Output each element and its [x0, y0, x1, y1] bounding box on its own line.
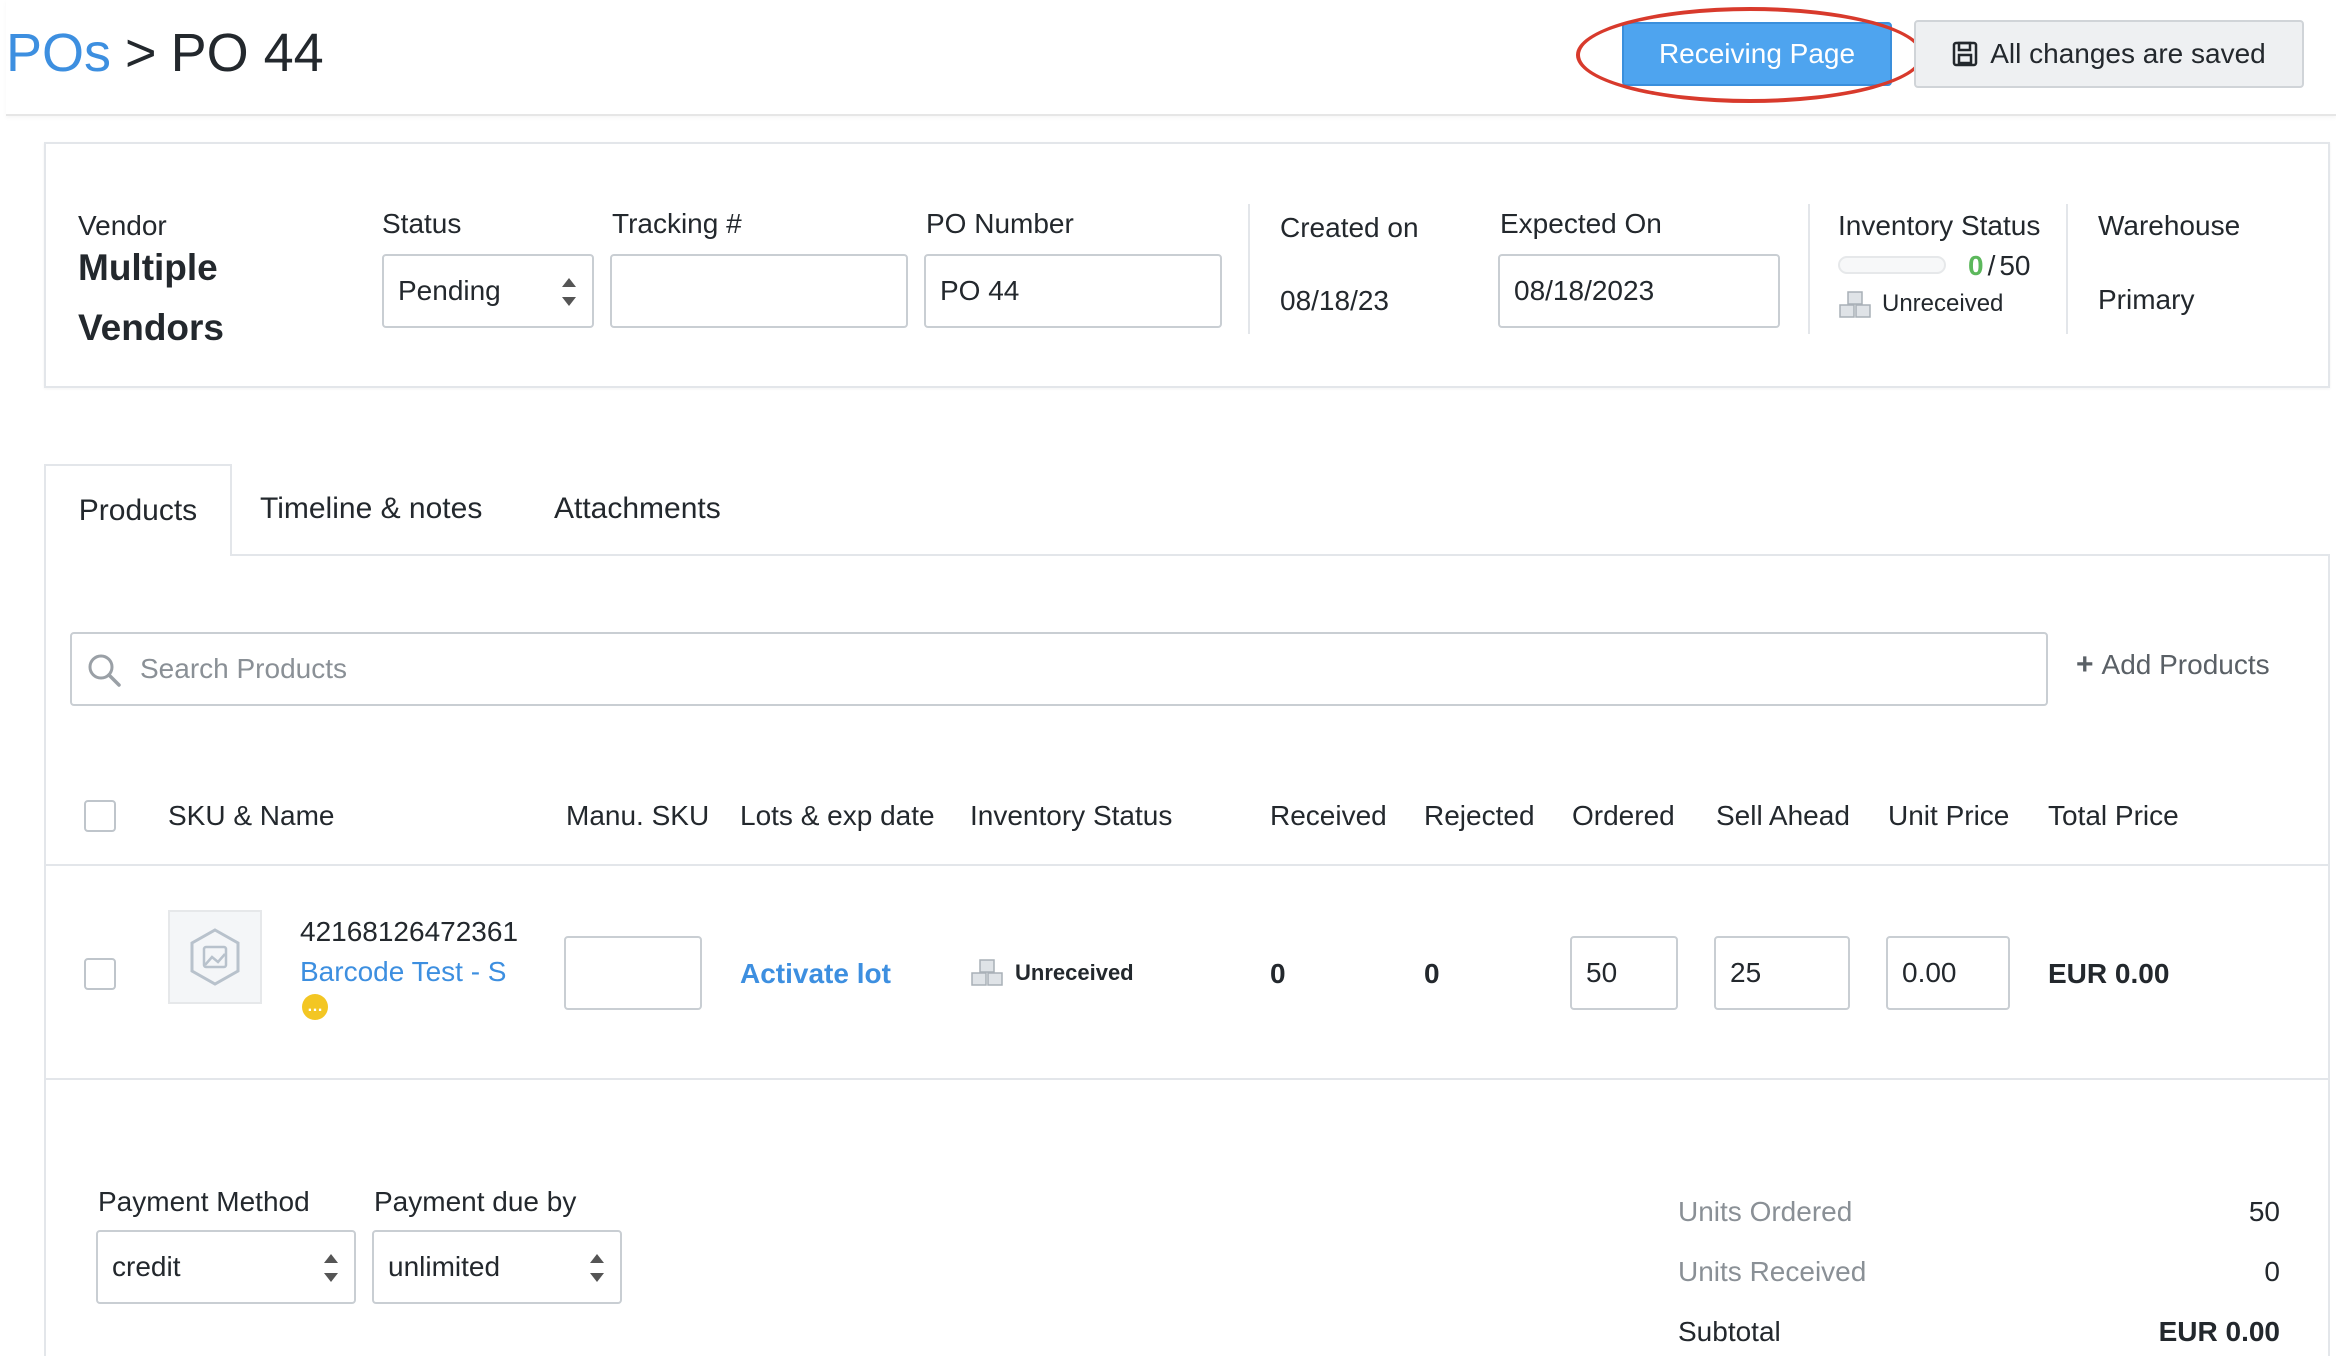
- payment-method-select[interactable]: credit: [96, 1230, 356, 1304]
- payment-method-value: credit: [112, 1251, 181, 1282]
- table-row-divider: [46, 1078, 2328, 1080]
- column-rejected[interactable]: Rejected: [1424, 800, 1535, 832]
- expected-date-value: 08/18/2023: [1514, 275, 1655, 306]
- column-lots[interactable]: Lots & exp date: [740, 800, 935, 832]
- payment-method-label: Payment Method: [98, 1186, 310, 1217]
- status-value: Pending: [398, 275, 501, 306]
- manu-sku-input[interactable]: [564, 936, 702, 1010]
- breadcrumb-pos-link[interactable]: POs: [6, 23, 111, 83]
- select-stepper-icon: [562, 278, 576, 306]
- status-select[interactable]: Pending: [382, 254, 594, 328]
- unit-price-input[interactable]: 0.00: [1886, 936, 2010, 1010]
- header-divider: [1808, 204, 1810, 334]
- subtotal-label: Subtotal: [1678, 1316, 1781, 1347]
- status-label: Status: [382, 208, 462, 239]
- comment-icon[interactable]: …: [302, 994, 328, 1020]
- ordered-value: 50: [1586, 957, 1618, 988]
- activate-lot-link[interactable]: Activate lot: [740, 958, 891, 990]
- inventory-state: Unreceived: [1882, 290, 2004, 317]
- subtotal-value: EUR 0.00: [2158, 1316, 2280, 1347]
- column-total-price[interactable]: Total Price: [2048, 800, 2179, 832]
- receiving-page-button[interactable]: Receiving Page: [1622, 22, 1892, 86]
- tab-products[interactable]: Products: [44, 464, 232, 556]
- expected-date-input[interactable]: 08/18/2023: [1498, 254, 1780, 328]
- inventory-status-label: Inventory Status: [1838, 210, 2041, 241]
- search-icon: [86, 652, 122, 693]
- save-status-label: All changes are saved: [1990, 38, 2266, 69]
- units-received-label: Units Received: [1678, 1256, 1867, 1287]
- search-placeholder: Search Products: [140, 653, 347, 684]
- column-received[interactable]: Received: [1270, 800, 1387, 832]
- add-products-button[interactable]: + Add Products: [2076, 648, 2270, 682]
- column-sell-ahead[interactable]: Sell Ahead: [1716, 800, 1850, 832]
- row-checkbox[interactable]: [84, 958, 116, 990]
- po-number-label: PO Number: [926, 208, 1074, 239]
- breadcrumb-separator: >: [125, 23, 157, 83]
- inventory-progress-bar: [1838, 256, 1946, 274]
- header-divider: [2066, 204, 2068, 334]
- ordered-input[interactable]: 50: [1570, 936, 1678, 1010]
- tab-products-label: Products: [78, 494, 198, 527]
- sell-ahead-input[interactable]: 25: [1714, 936, 1850, 1010]
- product-name-link[interactable]: Barcode Test - S: [300, 956, 506, 988]
- plus-icon: +: [2076, 648, 2094, 681]
- save-icon: [1952, 41, 1978, 67]
- inventory-total-count: 50: [1999, 250, 2031, 281]
- payment-due-value: unlimited: [388, 1251, 501, 1282]
- warehouse-label: Warehouse: [2098, 210, 2241, 241]
- created-label: Created on: [1280, 212, 1419, 243]
- units-received-value: 0: [2264, 1256, 2280, 1287]
- boxes-icon: [970, 958, 1006, 993]
- po-number-value: PO 44: [940, 275, 1020, 306]
- row-total-price: EUR 0.00: [2048, 958, 2170, 989]
- search-products-input[interactable]: Search Products: [70, 632, 2048, 706]
- product-image-placeholder: [168, 910, 262, 1004]
- warehouse-value: Primary: [2098, 284, 2195, 315]
- row-received: 0: [1270, 958, 1286, 989]
- boxes-icon: [1838, 290, 1874, 325]
- select-stepper-icon: [324, 1254, 338, 1282]
- column-unit-price[interactable]: Unit Price: [1888, 800, 2009, 832]
- save-status-button[interactable]: All changes are saved: [1914, 20, 2304, 88]
- column-sku-name[interactable]: SKU & Name: [168, 800, 335, 832]
- select-stepper-icon: [590, 1254, 604, 1282]
- column-ordered[interactable]: Ordered: [1572, 800, 1675, 832]
- table-header-divider: [46, 864, 2328, 866]
- sell-ahead-value: 25: [1730, 957, 1762, 988]
- add-products-label: Add Products: [2101, 649, 2270, 680]
- po-number-input[interactable]: PO 44: [924, 254, 1222, 328]
- units-ordered-label: Units Ordered: [1678, 1196, 1853, 1227]
- row-rejected: 0: [1424, 958, 1440, 989]
- row-inventory-status: Unreceived: [1015, 960, 1134, 985]
- inventory-count-separator: /: [1987, 250, 1996, 281]
- vendor-name-line1: Multiple: [78, 247, 218, 288]
- inventory-received-count: 0: [1968, 250, 1984, 281]
- select-all-checkbox[interactable]: [84, 800, 116, 832]
- breadcrumb: POs > PO 44: [6, 20, 324, 86]
- tab-attachments[interactable]: Attachments: [554, 492, 721, 526]
- unit-price-value: 0.00: [1902, 957, 1957, 988]
- receiving-page-label: Receiving Page: [1658, 38, 1856, 69]
- header-divider: [1248, 204, 1250, 334]
- payment-due-label: Payment due by: [374, 1186, 577, 1217]
- column-manu-sku[interactable]: Manu. SKU: [566, 800, 709, 832]
- expected-label: Expected On: [1500, 208, 1662, 239]
- tracking-label: Tracking #: [612, 208, 742, 239]
- tracking-input[interactable]: [610, 254, 908, 328]
- inventory-count: 0/50: [1968, 250, 2031, 282]
- units-ordered-value: 50: [2248, 1196, 2280, 1227]
- tab-timeline-notes[interactable]: Timeline & notes: [260, 492, 482, 526]
- product-sku: 42168126472361: [300, 916, 519, 947]
- image-placeholder-icon: [190, 928, 240, 986]
- created-value: 08/18/23: [1280, 285, 1389, 316]
- vendor-name-line2: Vendors: [78, 307, 224, 348]
- page-title: PO 44: [170, 23, 324, 83]
- payment-due-select[interactable]: unlimited: [372, 1230, 622, 1304]
- column-inventory-status[interactable]: Inventory Status: [970, 800, 1172, 832]
